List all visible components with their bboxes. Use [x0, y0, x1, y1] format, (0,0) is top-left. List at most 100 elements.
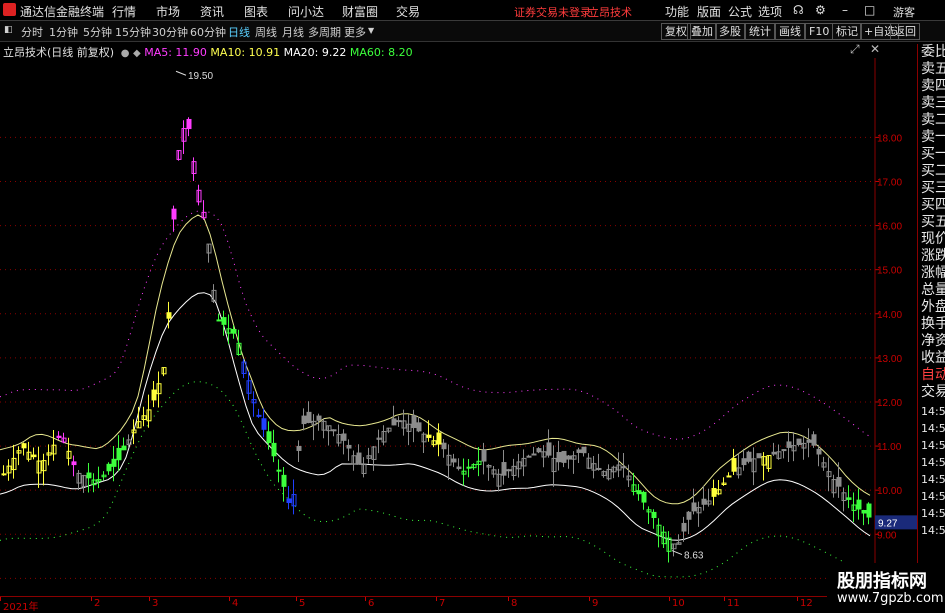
candle-body [296, 445, 302, 451]
candle-body [481, 449, 487, 462]
quote-label: 卖一 [921, 129, 945, 145]
x-tick-mark [669, 597, 670, 601]
tick-time: 14:56 [921, 439, 945, 452]
menu-layout[interactable]: 版面 [697, 3, 721, 20]
candle-body [426, 434, 432, 438]
back-button[interactable]: 返回 [890, 23, 920, 40]
candle-body [56, 435, 62, 438]
menu-trade[interactable]: 交易 [396, 3, 420, 20]
period-tab-60min[interactable]: 60分钟 [190, 24, 226, 40]
multi-stock-button[interactable]: 多股 [715, 23, 745, 40]
headset-icon[interactable]: ☊ [793, 3, 804, 17]
period-tab-daily[interactable]: 日线 [228, 24, 250, 40]
quote-label: 卖二 [921, 112, 945, 128]
candle-body [811, 434, 817, 446]
x-tick-label: 2 [94, 598, 101, 609]
menu-ask[interactable]: 问小达 [288, 3, 324, 20]
quote-label: 换手 [921, 316, 945, 332]
quote-label[interactable]: 自动 [921, 367, 945, 384]
period-tab-30min[interactable]: 30分钟 [152, 24, 188, 40]
indicator-link[interactable]: 立昂技术 [588, 4, 632, 20]
period-tab-intraday[interactable]: 分时 [21, 24, 43, 40]
candle-body [651, 511, 657, 519]
candle-body [526, 455, 532, 458]
candle-body [306, 411, 312, 423]
statistics-button[interactable]: 统计 [745, 23, 775, 40]
candle-body [261, 418, 267, 430]
x-tick-label: 12 [800, 598, 813, 609]
y-tick-label: 12.00 [877, 398, 902, 409]
candle-body [466, 466, 472, 469]
trade-login-warning[interactable]: 证券交易未登录 [514, 4, 591, 20]
draw-line-button[interactable]: 画线 [775, 23, 805, 40]
candle-body [566, 455, 572, 460]
period-tab-15min[interactable]: 15分钟 [115, 24, 151, 40]
upper-band-line [0, 210, 871, 440]
quote-label: 卖五 [921, 61, 945, 77]
x-tick-mark [0, 597, 1, 601]
candle-body [316, 415, 322, 421]
menu-formula[interactable]: 公式 [728, 3, 752, 20]
x-tick-label: 9 [592, 598, 599, 609]
candle-body [111, 458, 117, 467]
mark-button[interactable]: 标记 [832, 23, 862, 40]
more-dropdown-icon[interactable]: ▼ [368, 26, 374, 35]
quote-label: 总量 [921, 282, 945, 298]
candle-body [21, 443, 27, 449]
x-tick-mark [149, 597, 150, 601]
candlestick-chart[interactable]: 8.009.0010.0011.0012.0013.0014.0015.0016… [0, 58, 917, 596]
candle-body [806, 439, 812, 443]
period-tab-monthly[interactable]: 月线 [282, 24, 304, 40]
guest-label[interactable]: 游客 [893, 4, 915, 20]
candle-body [536, 448, 542, 453]
site-watermark: 股朋指标网 www.7gpzb.com [827, 563, 945, 609]
overlay-button[interactable]: 叠加 [687, 23, 717, 40]
quote-label: 买三 [921, 180, 945, 196]
maximize-icon[interactable]: □ [864, 3, 875, 17]
candle-body [441, 442, 447, 450]
candle-body [341, 433, 347, 441]
candle-body [456, 466, 462, 470]
candle-body [391, 418, 397, 426]
quote-label: 外盘 [921, 299, 945, 315]
candle-body [346, 444, 352, 449]
period-tab-5min[interactable]: 5分钟 [83, 24, 112, 40]
quote-side-panel: 委比 卖五 卖四 卖三 卖二 卖一 买一 买二 买三 买四 买五 现价 涨跌 涨幅 总量 外盘 换手 净资 收益 自动… [917, 44, 945, 589]
candle-body [86, 472, 92, 479]
candle-body [171, 208, 177, 220]
menu-options[interactable]: 选项 [758, 3, 782, 20]
annotation-label: 8.63 [684, 551, 704, 562]
menu-functions[interactable]: 功能 [665, 3, 689, 20]
expand-icon[interactable]: ⤢ [850, 42, 860, 57]
y-tick-label: 14.00 [877, 310, 902, 321]
panel-close-icon[interactable]: ✕ [870, 42, 880, 56]
quote-label: 卖三 [921, 95, 945, 111]
f10-button[interactable]: F10 [805, 23, 834, 40]
candle-body [266, 431, 272, 444]
current-price-label: 9.27 [878, 518, 898, 529]
quote-label: 买一 [921, 146, 945, 162]
menu-news[interactable]: 资讯 [200, 3, 224, 20]
menu-quotes[interactable]: 行情 [112, 3, 136, 20]
quote-label[interactable]: 交易 [921, 384, 945, 401]
x-tick-label: 10 [672, 598, 685, 609]
x-tick-label: 2021年 [3, 602, 39, 613]
menu-fortune[interactable]: 财富圈 [342, 3, 378, 20]
candle-body [781, 449, 787, 452]
period-tab-weekly[interactable]: 周线 [255, 24, 277, 40]
period-tab-1min[interactable]: 1分钟 [49, 24, 78, 40]
candle-body [866, 503, 872, 518]
settings-icon[interactable]: ⚙ [815, 3, 826, 17]
minimize-icon[interactable]: – [842, 3, 848, 17]
candle-body [731, 458, 737, 472]
period-tab-multi[interactable]: 多周期 [308, 24, 341, 40]
toolbar-collapse-icon[interactable]: ◧ [4, 25, 13, 35]
menu-chart[interactable]: 图表 [244, 3, 268, 20]
period-tab-more[interactable]: 更多 [344, 24, 366, 40]
annotation-arrow [175, 70, 187, 76]
candle-body [856, 499, 862, 510]
candle-body [786, 441, 792, 448]
x-tick-mark [365, 597, 366, 601]
quote-label: 买五 [921, 214, 945, 230]
menu-market[interactable]: 市场 [156, 3, 180, 20]
